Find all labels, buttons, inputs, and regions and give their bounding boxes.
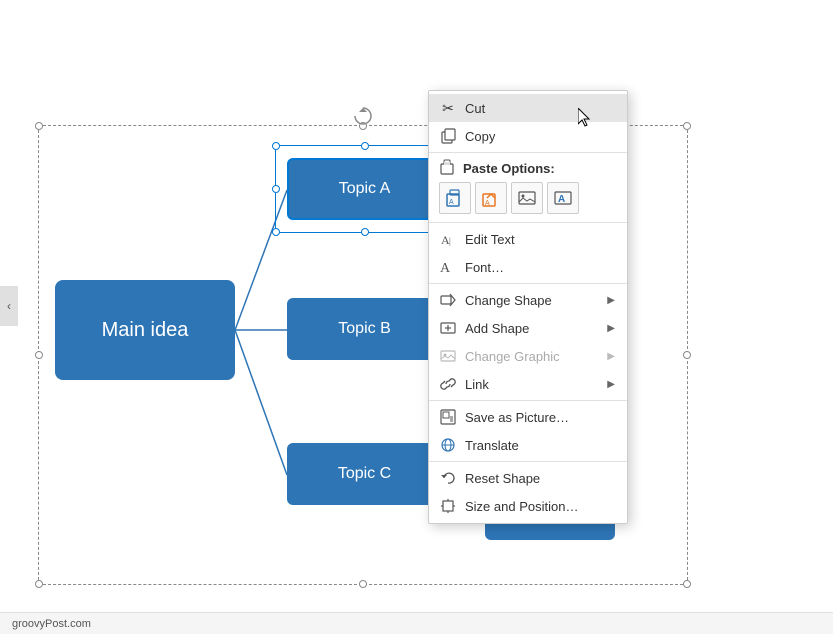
topic-c-shape[interactable]: Topic C: [287, 443, 442, 505]
outer-handle-br[interactable]: [683, 580, 691, 588]
main-idea-shape[interactable]: Main idea: [55, 280, 235, 380]
separator-4: [429, 400, 627, 401]
statusbar: groovyPost.com: [0, 612, 833, 634]
main-idea-label: Main idea: [102, 319, 189, 342]
svg-text:|: |: [449, 236, 451, 246]
edit-text-label: Edit Text: [465, 232, 615, 247]
paste-icon-group: A A: [439, 182, 617, 214]
change-graphic-label: Change Graphic: [465, 349, 599, 364]
svg-text:A: A: [558, 194, 565, 205]
change-shape-menu-item[interactable]: Change Shape ▶: [429, 286, 627, 314]
copy-label: Copy: [465, 129, 615, 144]
cut-icon: ✂: [439, 99, 457, 117]
separator-5: [429, 461, 627, 462]
topic-a-shape[interactable]: Topic A: [287, 158, 442, 220]
link-label: Link: [465, 377, 599, 392]
separator-1: [429, 152, 627, 153]
save-as-picture-icon: [439, 408, 457, 426]
paste-options-label: Paste Options:: [439, 159, 617, 178]
handle-ml[interactable]: [272, 185, 280, 193]
font-label: Font…: [465, 260, 615, 275]
separator-2: [429, 222, 627, 223]
paste-option-1[interactable]: A: [439, 182, 471, 214]
cut-menu-item[interactable]: ✂ Cut: [429, 94, 627, 122]
paste-icon: [439, 159, 455, 178]
translate-menu-item[interactable]: Translate: [429, 431, 627, 459]
change-shape-icon: [439, 291, 457, 309]
paste-text: Paste Options:: [463, 161, 555, 176]
outer-handle-tl[interactable]: [35, 122, 43, 130]
translate-icon: [439, 436, 457, 454]
translate-label: Translate: [465, 438, 615, 453]
copy-menu-item[interactable]: Copy: [429, 122, 627, 150]
link-icon: [439, 375, 457, 393]
topic-b-shape[interactable]: Topic B: [287, 298, 442, 360]
add-shape-arrow: ▶: [607, 323, 615, 334]
size-position-label: Size and Position…: [465, 499, 615, 514]
paste-option-4[interactable]: A: [547, 182, 579, 214]
statusbar-text: groovyPost.com: [12, 618, 91, 630]
svg-text:A: A: [440, 261, 451, 275]
topic-a-label: Topic A: [339, 180, 391, 198]
outer-handle-tr[interactable]: [683, 122, 691, 130]
copy-icon: [439, 127, 457, 145]
handle-bl[interactable]: [272, 228, 280, 236]
add-shape-label: Add Shape: [465, 321, 599, 336]
handle-tc[interactable]: [361, 142, 369, 150]
edit-text-menu-item[interactable]: A | Edit Text: [429, 225, 627, 253]
outer-handle-bl[interactable]: [35, 580, 43, 588]
reset-shape-label: Reset Shape: [465, 471, 615, 486]
cut-label: Cut: [465, 101, 615, 116]
paste-option-3[interactable]: [511, 182, 543, 214]
save-as-picture-label: Save as Picture…: [465, 410, 615, 425]
scroll-left-button[interactable]: ‹: [0, 286, 18, 326]
canvas: Main idea Topic A Topic B Topic C: [0, 0, 833, 612]
change-graphic-icon: [439, 347, 457, 365]
outer-handle-bc[interactable]: [359, 580, 367, 588]
svg-text:A: A: [449, 199, 454, 206]
link-arrow: ▶: [607, 379, 615, 390]
edit-text-icon: A |: [439, 230, 457, 248]
svg-text:A: A: [485, 200, 490, 207]
add-shape-menu-item[interactable]: Add Shape ▶: [429, 314, 627, 342]
change-shape-label: Change Shape: [465, 293, 599, 308]
separator-3: [429, 283, 627, 284]
change-graphic-arrow: ▶: [607, 351, 615, 362]
reset-shape-menu-item[interactable]: Reset Shape: [429, 464, 627, 492]
paste-option-2[interactable]: A: [475, 182, 507, 214]
rotate-handle[interactable]: [353, 106, 373, 131]
add-shape-icon: [439, 319, 457, 337]
outer-handle-ml[interactable]: [35, 351, 43, 359]
save-as-picture-menu-item[interactable]: Save as Picture…: [429, 403, 627, 431]
context-menu: ✂ Cut Copy: [428, 90, 628, 524]
handle-bc[interactable]: [361, 228, 369, 236]
outer-handle-mr[interactable]: [683, 351, 691, 359]
link-menu-item[interactable]: Link ▶: [429, 370, 627, 398]
topic-b-label: Topic B: [338, 320, 390, 338]
change-shape-arrow: ▶: [607, 295, 615, 306]
topic-c-label: Topic C: [338, 465, 391, 483]
reset-shape-icon: [439, 469, 457, 487]
font-menu-item[interactable]: A Font…: [429, 253, 627, 281]
size-position-menu-item[interactable]: Size and Position…: [429, 492, 627, 520]
change-graphic-menu-item: Change Graphic ▶: [429, 342, 627, 370]
handle-tl[interactable]: [272, 142, 280, 150]
font-icon: A: [439, 258, 457, 276]
paste-options-section: Paste Options: A A: [429, 155, 627, 220]
size-position-icon: [439, 497, 457, 515]
